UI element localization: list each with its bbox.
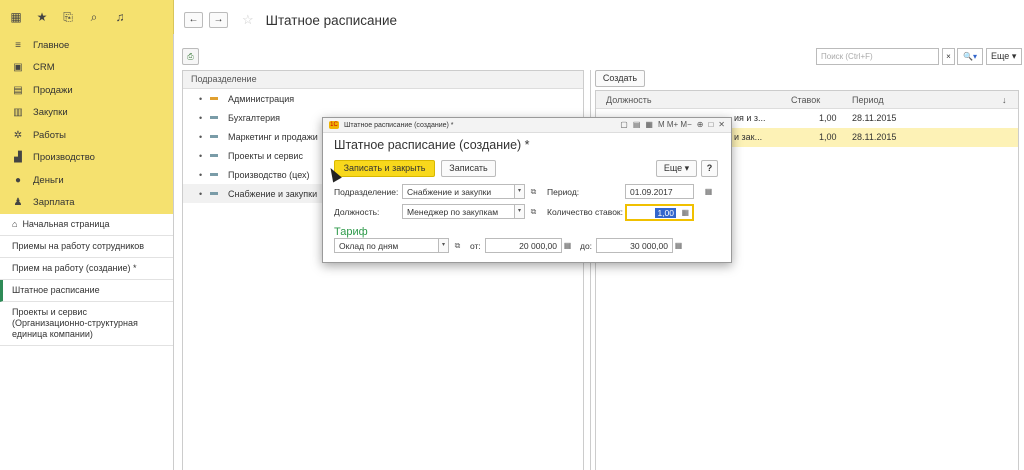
purchases-icon: ▥ bbox=[13, 107, 23, 119]
sort-icon[interactable]: ↓ bbox=[1002, 95, 1007, 105]
help-button[interactable]: ? bbox=[701, 160, 718, 177]
sidebar-item-money[interactable]: ● Деньги bbox=[0, 169, 173, 192]
sales-icon: ▤ bbox=[13, 84, 23, 96]
salary-icon: ♟ bbox=[13, 197, 23, 209]
open-item-home[interactable]: ⌂ Начальная страница bbox=[0, 214, 173, 236]
dialog-more-button[interactable]: Еще ▾ bbox=[656, 160, 697, 177]
sidebar-item-sales[interactable]: ▤ Продажи bbox=[0, 79, 173, 102]
memory-buttons[interactable]: M M+ M− bbox=[658, 120, 692, 129]
money-icon: ● bbox=[14, 174, 22, 186]
division-icon bbox=[210, 192, 218, 195]
create-button[interactable]: Создать bbox=[595, 70, 645, 87]
sidebar-item-purchases[interactable]: ▥ Закупки bbox=[0, 102, 173, 125]
search-find-button[interactable]: 🔍▾ bbox=[957, 48, 983, 65]
crm-icon: ▣ bbox=[13, 62, 23, 74]
open-item-staff-schedule[interactable]: Штатное расписание bbox=[0, 280, 173, 302]
tree-header: Подразделение bbox=[183, 71, 583, 89]
position-field[interactable]: Менеджер по закупкам bbox=[402, 204, 515, 219]
back-button[interactable]: ← bbox=[184, 12, 203, 28]
sidebar-item-main[interactable]: ≡ Главное bbox=[0, 34, 173, 57]
list-toolbar: ⎙ Поиск (Ctrl+F) × 🔍▾ Еще ▾ bbox=[182, 48, 1022, 68]
column-period[interactable]: Период bbox=[852, 95, 884, 105]
favorite-star-icon[interactable]: ☆ bbox=[242, 12, 254, 28]
sidebar-item-production[interactable]: ▟ Производство bbox=[0, 147, 173, 170]
open-windows-list: ⌂ Начальная страница Приемы на работу сот… bbox=[0, 214, 173, 346]
print-icon[interactable]: ⎙ bbox=[182, 48, 199, 65]
rates-value: 1,00 bbox=[655, 208, 676, 218]
search-input[interactable]: Поиск (Ctrl+F) bbox=[816, 48, 939, 65]
copy-icon[interactable]: ▢ bbox=[620, 120, 628, 129]
tariff-field[interactable]: Оклад по дням bbox=[334, 238, 439, 253]
position-dropdown-icon[interactable]: ▾ bbox=[514, 204, 525, 219]
dialog-heading: Штатное расписание (создание) * bbox=[334, 138, 530, 152]
menu-icon: ≡ bbox=[15, 39, 21, 51]
from-field[interactable]: 20 000,00 bbox=[485, 238, 562, 253]
page-header: ← → ☆ Штатное расписание bbox=[174, 0, 1024, 40]
open-item-projects-service[interactable]: Проекты и сервис (Организационно-структу… bbox=[0, 302, 173, 346]
open-item-hiring-list[interactable]: Приемы на работу сотрудников bbox=[0, 236, 173, 258]
to-field[interactable]: 30 000,00 bbox=[596, 238, 673, 253]
sidebar-item-works[interactable]: ✲ Работы bbox=[0, 124, 173, 147]
search-clear-button[interactable]: × bbox=[942, 48, 955, 65]
app-logo-icon: 1C bbox=[329, 121, 339, 129]
folder-icon bbox=[210, 97, 218, 100]
history-icon[interactable]: ⎘ bbox=[62, 11, 74, 23]
calendar-icon[interactable]: ▦ bbox=[702, 184, 715, 199]
calculator-icon[interactable]: ▦ bbox=[672, 238, 685, 253]
forward-button[interactable]: → bbox=[209, 12, 228, 28]
grid-menu-icon[interactable]: ▦ bbox=[10, 11, 22, 23]
save-and-close-button[interactable]: Записать и закрыть bbox=[334, 160, 435, 177]
list-icon[interactable]: ▤ bbox=[633, 120, 641, 129]
position-label: Должность: bbox=[334, 207, 380, 217]
division-field[interactable]: Снабжение и закупки bbox=[402, 184, 515, 199]
star-icon[interactable]: ★ bbox=[36, 11, 48, 23]
zoom-icon[interactable]: ⊕ bbox=[697, 120, 704, 129]
open-item-hiring-create[interactable]: Прием на работу (создание) * bbox=[0, 258, 173, 280]
division-icon bbox=[210, 173, 218, 176]
maximize-icon[interactable]: □ bbox=[708, 120, 713, 129]
open-link-icon[interactable]: ⧉ bbox=[527, 184, 540, 199]
close-icon[interactable]: ✕ bbox=[718, 120, 725, 129]
more-menu-button[interactable]: Еще ▾ bbox=[986, 48, 1022, 65]
open-link-icon[interactable]: ⧉ bbox=[451, 238, 464, 253]
division-label: Подразделение: bbox=[334, 187, 399, 197]
division-dropdown-icon[interactable]: ▾ bbox=[514, 184, 525, 199]
search-icon[interactable]: ⌕ bbox=[88, 11, 100, 23]
tree-row[interactable]: • Администрация bbox=[183, 89, 583, 108]
sidebar-item-crm[interactable]: ▣ CRM bbox=[0, 57, 173, 80]
open-link-icon[interactable]: ⧉ bbox=[527, 204, 540, 219]
table-header: Должность Ставок Период ↓ bbox=[596, 91, 1018, 109]
calendar-icon[interactable]: ▦ bbox=[645, 120, 653, 129]
calculator-icon[interactable]: ▦ bbox=[681, 208, 689, 217]
top-toolbar: ▦ ★ ⎘ ⌕ ♫ bbox=[0, 0, 174, 34]
save-button[interactable]: Записать bbox=[441, 160, 496, 177]
rates-field[interactable]: 1,00 ▦ bbox=[625, 204, 694, 221]
column-rate[interactable]: Ставок bbox=[791, 95, 820, 105]
sidebar-sections: ≡ Главное ▣ CRM ▤ Продажи ▥ Закупки ✲ Работы … bbox=[0, 34, 173, 214]
calculator-icon[interactable]: ▦ bbox=[561, 238, 574, 253]
dialog-window-tools: ▢ ▤ ▦ M M+ M− ⊕ □ ✕ bbox=[620, 120, 725, 129]
production-icon: ▟ bbox=[14, 152, 22, 164]
division-icon bbox=[210, 116, 218, 119]
from-label: от: bbox=[470, 241, 481, 251]
dialog-titlebar: 1C Штатное расписание (создание) * ▢ ▤ ▦… bbox=[323, 118, 731, 133]
bell-icon[interactable]: ♫ bbox=[114, 11, 126, 23]
sidebar: ≡ Главное ▣ CRM ▤ Продажи ▥ Закупки ✲ Работы … bbox=[0, 34, 174, 470]
tariff-dropdown-icon[interactable]: ▾ bbox=[438, 238, 449, 253]
tariff-heading: Тариф bbox=[334, 226, 368, 238]
home-icon: ⌂ bbox=[12, 219, 18, 229]
rates-label: Количество ставок: bbox=[547, 207, 624, 217]
works-icon: ✲ bbox=[13, 129, 23, 141]
division-icon bbox=[210, 154, 218, 157]
division-icon bbox=[210, 135, 218, 138]
period-field[interactable]: 01.09.2017 bbox=[625, 184, 694, 199]
to-label: до: bbox=[580, 241, 593, 251]
sidebar-item-salary[interactable]: ♟ Зарплата bbox=[0, 192, 173, 215]
period-label: Период: bbox=[547, 187, 580, 197]
page-title: Штатное расписание bbox=[265, 12, 398, 28]
staff-schedule-dialog: 1C Штатное расписание (создание) * ▢ ▤ ▦… bbox=[322, 117, 732, 263]
column-position[interactable]: Должность bbox=[606, 95, 652, 105]
